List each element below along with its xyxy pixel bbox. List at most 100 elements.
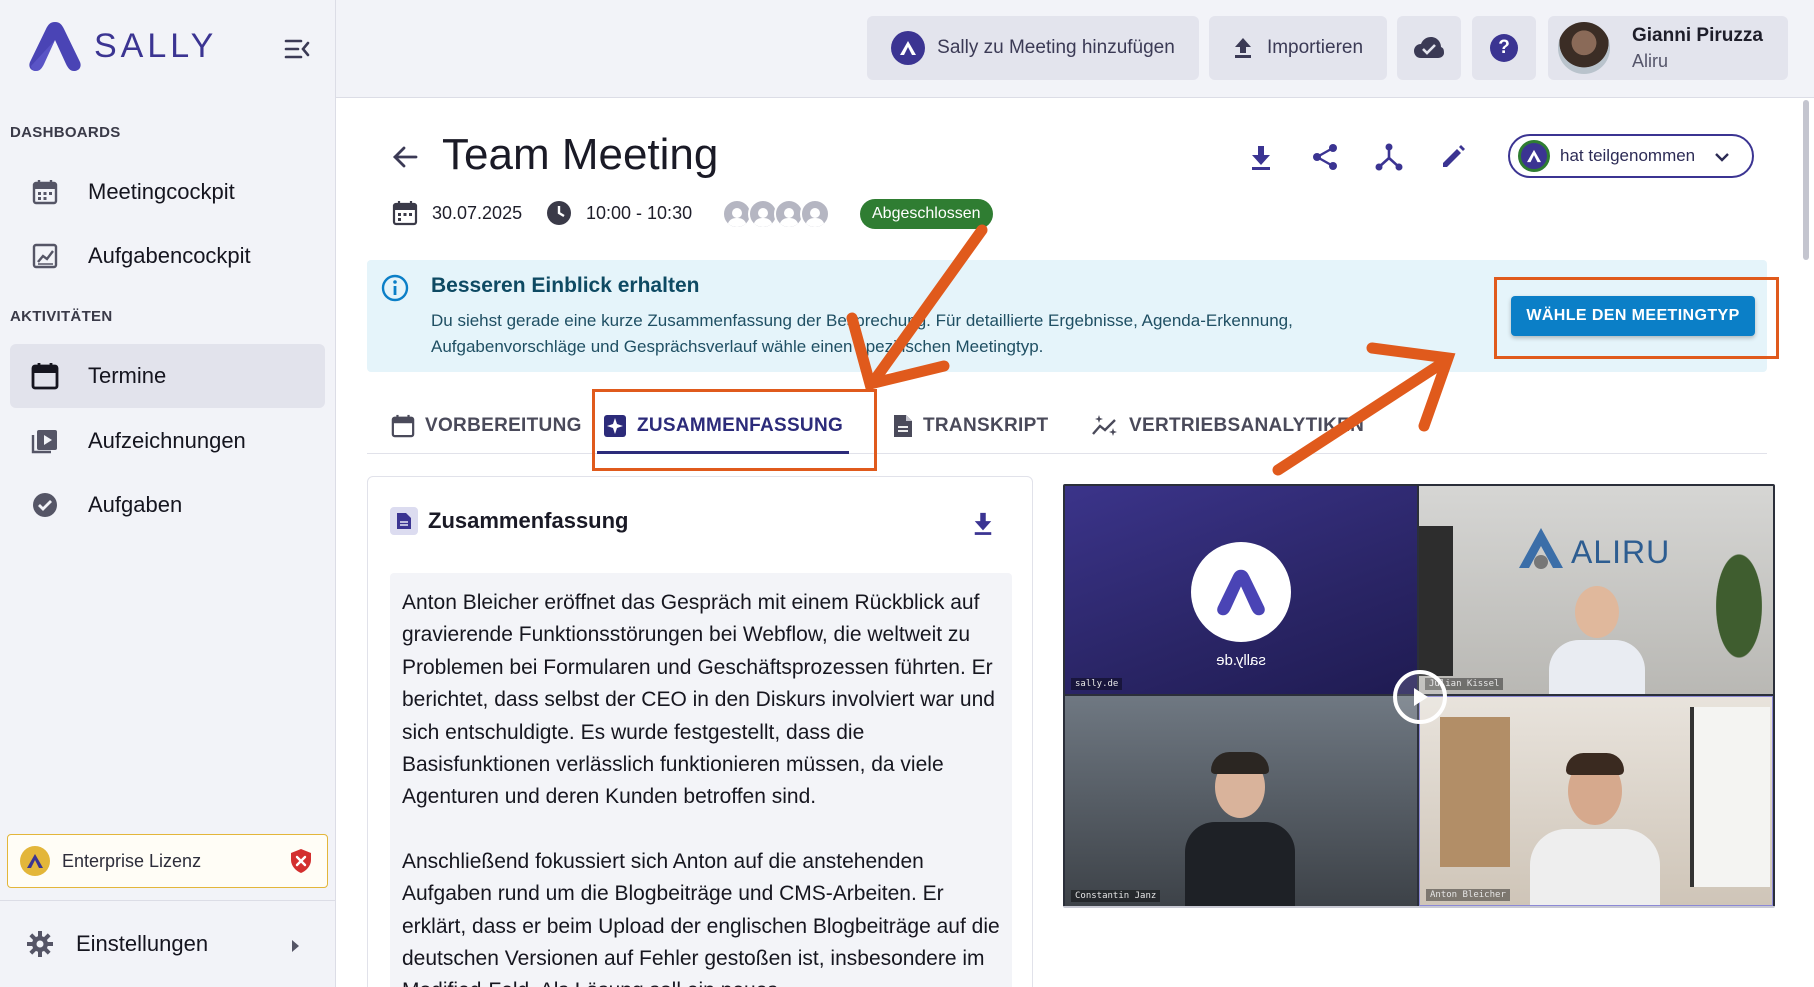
participant-name-tag: Constantin Janz xyxy=(1071,890,1161,902)
add-sally-to-meeting-button[interactable]: Sally zu Meeting hinzufügen xyxy=(867,16,1199,80)
status-badge: Abgeschlossen xyxy=(860,199,993,229)
download-summary-icon[interactable] xyxy=(972,511,994,540)
person-julian xyxy=(1549,586,1645,694)
video-icon xyxy=(28,424,62,458)
sidebar-item-termine[interactable]: Termine xyxy=(10,344,325,408)
aliru-logo-icon xyxy=(1515,524,1567,581)
chevron-down-icon xyxy=(1714,150,1730,168)
upload-icon xyxy=(1233,37,1253,59)
info-icon xyxy=(381,274,409,307)
participant-avatar-icon xyxy=(800,199,830,229)
help-button[interactable]: ? xyxy=(1472,16,1536,80)
sidebar-item-aufgabencockpit[interactable]: Aufgabencockpit xyxy=(10,224,325,288)
summary-header: Zusammenfassung xyxy=(390,507,629,535)
avatar xyxy=(1558,22,1610,74)
participant-name-tag: sally.de xyxy=(1071,678,1123,690)
import-label: Importieren xyxy=(1266,37,1364,58)
back-arrow-icon[interactable] xyxy=(388,140,422,174)
meeting-time: 10:00 - 10:30 xyxy=(546,200,692,226)
select-meeting-type-button[interactable]: WÄHLE DEN MEETINGTYP xyxy=(1511,296,1755,336)
calendar-icon xyxy=(392,200,418,226)
window-decor xyxy=(1419,526,1453,676)
collapse-sidebar-icon[interactable] xyxy=(282,34,312,64)
video-tile-constantin: Constantin Janz xyxy=(1065,696,1417,906)
play-icon[interactable] xyxy=(1393,670,1447,724)
tab-label: ZUSAMMENFASSUNG xyxy=(636,415,844,436)
summary-card: Zusammenfassung Anton Bleicher eröffnet … xyxy=(367,476,1033,987)
person-anton xyxy=(1530,753,1660,905)
user-organization: Aliru xyxy=(1632,50,1669,71)
cloud-done-icon xyxy=(1413,36,1445,60)
sidebar-item-aufzeichnungen[interactable]: Aufzeichnungen xyxy=(10,409,325,473)
user-profile[interactable]: Gianni Piruzza Aliru xyxy=(1548,16,1788,80)
participant-avatars[interactable] xyxy=(722,199,830,229)
summary-text: Anton Bleicher eröffnet das Gespräch mit… xyxy=(390,573,1012,987)
sally-logo-icon xyxy=(1191,542,1291,642)
edit-icon[interactable] xyxy=(1436,140,1470,174)
sidebar-item-settings[interactable]: Einstellungen xyxy=(0,900,336,987)
ai-summary-icon xyxy=(603,414,627,438)
chevron-right-icon xyxy=(290,939,300,958)
meeting-date: 30.07.2025 xyxy=(392,200,522,226)
sally-logo-icon xyxy=(891,31,926,65)
sally-url-mirrored: sally.de xyxy=(1216,652,1266,669)
page-title: Team Meeting xyxy=(442,130,719,179)
plant-decor xyxy=(1699,546,1773,694)
sidebar: SALLY DASHBOARDS Meetingcockpit Aufgaben… xyxy=(0,0,336,987)
sparkle-chart-icon xyxy=(1091,414,1119,438)
license-logo-icon xyxy=(20,846,50,876)
check-circle-icon xyxy=(28,488,62,522)
sidebar-item-label: Meetingcockpit xyxy=(88,179,235,204)
tab-zusammenfassung[interactable]: ZUSAMMENFASSUNG xyxy=(597,398,849,454)
sidebar-item-meetingcockpit[interactable]: Meetingcockpit xyxy=(10,160,325,224)
meeting-date-text: 30.07.2025 xyxy=(432,202,523,223)
user-name: Gianni Piruzza xyxy=(1632,24,1763,46)
merge-icon[interactable] xyxy=(1372,140,1406,174)
import-button[interactable]: Importieren xyxy=(1209,16,1387,80)
document-icon xyxy=(390,507,418,535)
download-icon[interactable] xyxy=(1244,140,1278,174)
gear-icon xyxy=(26,930,54,958)
sally-logo[interactable]: SALLY xyxy=(26,18,217,74)
tab-label: TRANSKRIPT xyxy=(923,415,1049,436)
help-icon: ? xyxy=(1490,34,1518,62)
section-activities: AKTIVITÄTEN xyxy=(10,308,113,325)
settings-label: Einstellungen xyxy=(76,931,209,956)
sidebar-item-label: Termine xyxy=(88,363,167,388)
info-banner-title: Besseren Einblick erhalten xyxy=(431,274,700,297)
cloud-sync-button[interactable] xyxy=(1397,16,1461,80)
sidebar-item-aufgaben[interactable]: Aufgaben xyxy=(10,473,325,537)
scrollbar-thumb[interactable] xyxy=(1803,100,1809,260)
brand-name: SALLY xyxy=(94,26,218,65)
person-constantin xyxy=(1185,752,1295,906)
document-icon xyxy=(893,414,913,438)
sidebar-item-label: Aufgaben xyxy=(88,492,183,517)
tab-bar: VORBEREITUNG ZUSAMMENFASSUNG TRANSKRIPT … xyxy=(367,398,1767,454)
license-label: Enterprise Lizenz xyxy=(62,850,202,871)
summary-title: Zusammenfassung xyxy=(428,508,629,533)
attendance-select[interactable]: hat teilgenommen xyxy=(1508,134,1754,178)
chart-icon xyxy=(28,239,62,273)
tab-vorbereitung[interactable]: VORBEREITUNG xyxy=(391,398,581,454)
share-icon[interactable] xyxy=(1308,140,1342,174)
calendar-icon xyxy=(28,175,62,209)
sally-logo-icon xyxy=(29,22,81,71)
tab-vertriebsanalytiken[interactable]: VERTRIEBSANALYTIKEN xyxy=(1091,398,1365,454)
shield-icon xyxy=(289,848,313,879)
aliru-wall-text: ALIRU xyxy=(1571,534,1671,570)
attendance-label: hat teilgenommen xyxy=(1560,146,1696,165)
tab-transkript[interactable]: TRANSKRIPT xyxy=(893,398,1053,454)
video-tile-sally: sally.de sally.de xyxy=(1065,486,1417,694)
calendar-icon xyxy=(391,414,415,438)
video-tile-julian: ALIRU Julian Kissel xyxy=(1419,486,1773,694)
sally-logo-icon xyxy=(1518,140,1550,172)
clock-icon xyxy=(546,200,572,226)
sidebar-item-label: Aufgabencockpit xyxy=(88,243,251,268)
info-banner-text: Du siehst gerade eine kurze Zusammenfass… xyxy=(431,311,1293,356)
enterprise-license-badge[interactable]: Enterprise Lizenz xyxy=(7,834,328,888)
window-decor xyxy=(1690,707,1770,887)
add-sally-label: Sally zu Meeting hinzufügen xyxy=(937,37,1175,58)
tab-label: VORBEREITUNG xyxy=(425,415,582,436)
tab-label: VERTRIEBSANALYTIKEN xyxy=(1129,415,1365,436)
shelf-decor xyxy=(1440,717,1510,867)
